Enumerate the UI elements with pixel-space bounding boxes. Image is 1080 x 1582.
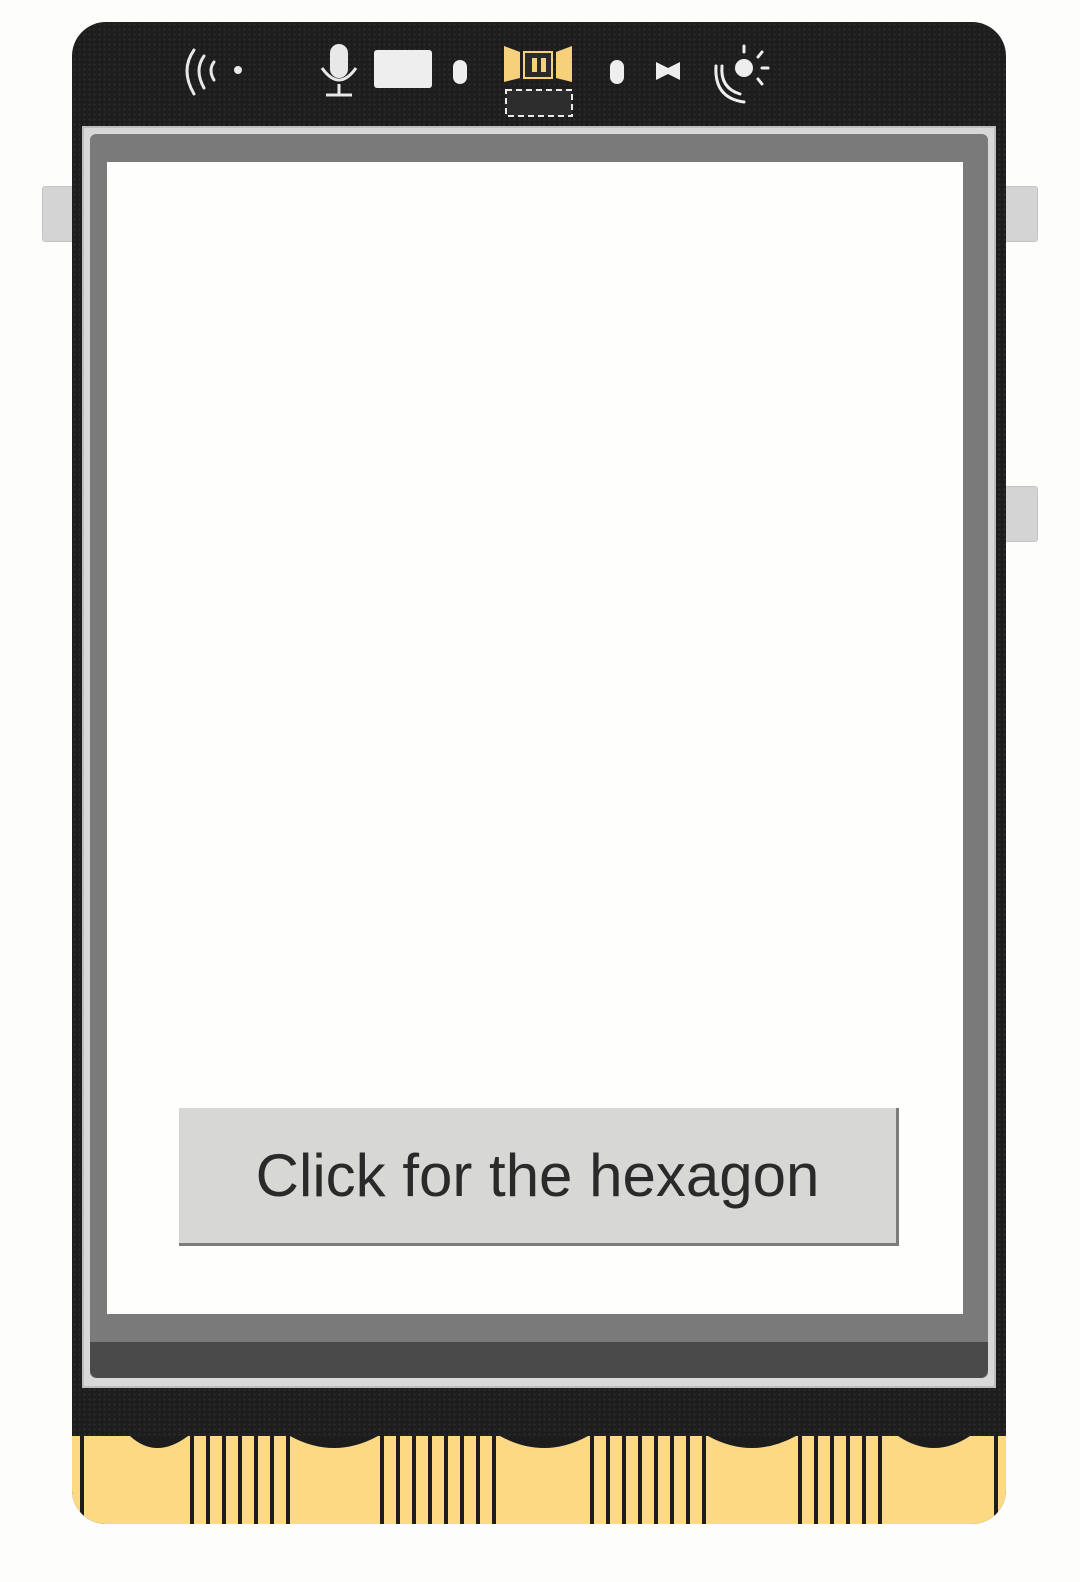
edge-connector [72, 1436, 1006, 1524]
right-side-button-b[interactable] [1004, 486, 1038, 542]
left-side-button[interactable] [42, 186, 76, 242]
bezel-shadow [90, 1342, 988, 1378]
lcd-display: Click for the hexagon [107, 162, 963, 1314]
device-board: Click for the hexagon [72, 22, 1006, 1524]
sun-brightness-icon [714, 44, 770, 104]
led-right-icon [610, 60, 624, 84]
light-sensor-icon [374, 50, 432, 88]
buzzer-icon [656, 62, 680, 80]
sensor-strip [185, 44, 770, 117]
hexagon-button[interactable]: Click for the hexagon [179, 1108, 899, 1246]
right-side-button-a[interactable] [1004, 186, 1038, 242]
led-left-icon [453, 60, 467, 84]
simulator-stage: Click for the hexagon [0, 0, 1080, 1582]
microphone-icon [320, 44, 358, 97]
rgb-led-icon [504, 46, 573, 117]
wireless-signal-icon [185, 48, 242, 96]
